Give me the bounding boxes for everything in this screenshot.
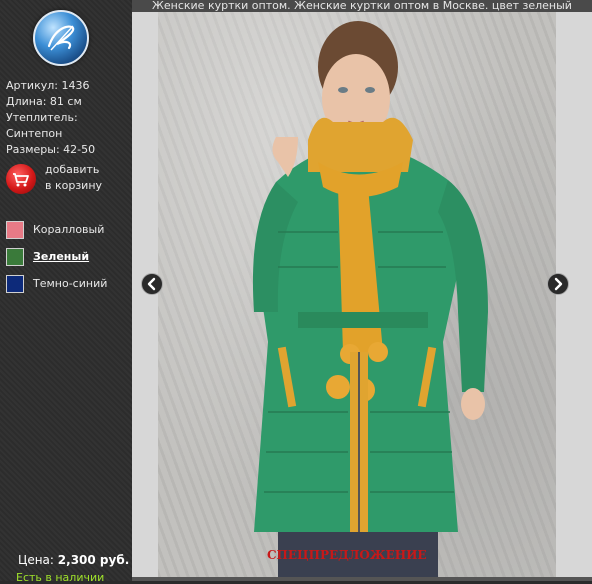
- page-caption: Женские куртки оптом. Женские куртки опт…: [132, 0, 592, 12]
- length-text: Длина: 81 см: [6, 95, 82, 108]
- color-swatch-coral: [6, 221, 24, 239]
- chevron-right-icon: [554, 277, 563, 291]
- add-to-cart-label: добавить в корзину: [45, 162, 102, 194]
- price-value: 2,300 руб.: [57, 553, 130, 567]
- model-illustration: [252, 21, 488, 577]
- brand-logo[interactable]: [33, 10, 89, 66]
- sidebar: Артикул: 1436 Длина: 81 см Утеплитель: С…: [0, 0, 132, 584]
- product-gallery: Женские куртки оптом. Женские куртки опт…: [132, 0, 592, 581]
- color-label-green: Зеленый: [33, 250, 90, 263]
- brand-logo-icon: [47, 25, 75, 51]
- gallery-bottom-bar: [132, 577, 592, 581]
- stock-status: Есть в наличии: [16, 571, 105, 584]
- add-to-cart-line1: добавить: [45, 163, 100, 176]
- gallery-next-button[interactable]: [547, 273, 569, 295]
- color-swatch-navy: [6, 275, 24, 293]
- color-label-coral: Коралловый: [33, 223, 105, 236]
- insulation-value: Синтепон: [6, 127, 63, 140]
- color-label-navy: Темно-синий: [33, 277, 108, 290]
- insulation-label: Утеплитель:: [6, 111, 78, 124]
- special-offer-label[interactable]: СПЕЦПРЕДЛОЖЕНИЕ: [267, 548, 427, 562]
- sizes-text: Размеры: 42-50: [6, 143, 96, 156]
- price-label: Цена:: [18, 553, 54, 567]
- price: Цена: 2,300 руб.: [18, 553, 129, 567]
- product-photo: [158, 12, 556, 577]
- add-to-cart-button[interactable]: добавить в корзину: [6, 162, 130, 196]
- gallery-prev-button[interactable]: [141, 273, 163, 295]
- cart-icon: [6, 164, 36, 194]
- add-to-cart-line2: в корзину: [45, 179, 103, 192]
- color-swatch-green: [6, 248, 24, 266]
- article-text: Артикул: 1436: [6, 79, 90, 92]
- chevron-left-icon: [147, 277, 156, 291]
- gallery-frame-right: [556, 12, 592, 577]
- product-info: Артикул: 1436 Длина: 81 см Утеплитель: С…: [6, 78, 95, 158]
